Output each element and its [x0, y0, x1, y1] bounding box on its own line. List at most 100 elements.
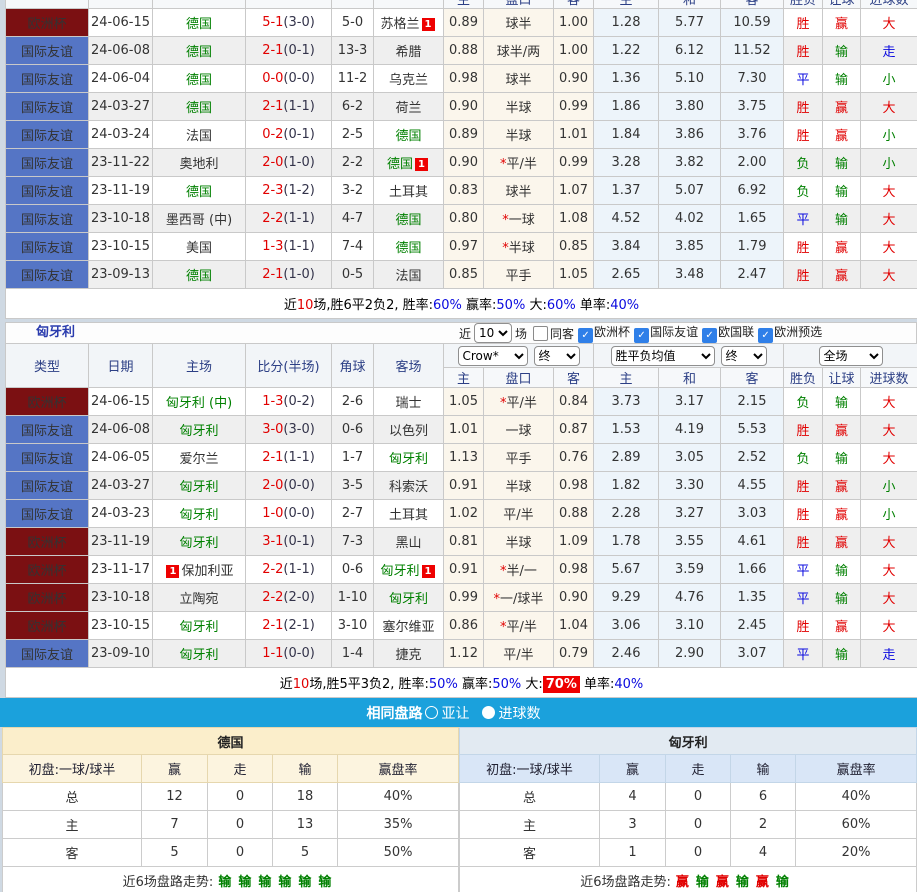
- wdl-result: 胜: [784, 121, 823, 149]
- avg-away-odds: 1.65: [721, 205, 784, 233]
- germany-history-table: 主 盘口 客 主 和 客 胜负 让球 进球数 欧洲杯24-06-15德国5-1(…: [5, 0, 917, 319]
- halftime-score: (2-1): [283, 618, 314, 633]
- handicap-result: 赢: [823, 612, 861, 640]
- avg-home-odds: 2.89: [594, 444, 659, 472]
- venue-cell: 客: [3, 839, 142, 867]
- date-cell: 23-11-19: [89, 177, 153, 205]
- crown-home-odds: 1.12: [444, 640, 484, 668]
- halftime-score: (1-1): [283, 211, 314, 226]
- crown-home-odds: 0.97: [444, 233, 484, 261]
- home-team-cell: 德国: [153, 9, 246, 37]
- win-rate: 60%: [796, 811, 917, 839]
- away-team-cell: 科索沃: [374, 472, 444, 500]
- competition-checkbox[interactable]: ✓: [578, 328, 593, 343]
- win-rate: 35%: [338, 811, 459, 839]
- competition-checkbox[interactable]: ✓: [758, 328, 773, 343]
- date-cell: 24-03-27: [89, 93, 153, 121]
- avg-away-odds: 2.00: [721, 149, 784, 177]
- same-away-checkbox[interactable]: [533, 326, 548, 341]
- scope-select[interactable]: 全场: [819, 346, 883, 366]
- home-team-cell: 奥地利: [153, 149, 246, 177]
- score-cell: 1-1(0-0): [246, 640, 332, 668]
- crown-home-odds: 0.81: [444, 528, 484, 556]
- competition-checkbox[interactable]: ✓: [702, 328, 717, 343]
- odds-time-select[interactable]: 终: [534, 346, 580, 366]
- win-count: 4: [600, 783, 666, 811]
- score-cell: 2-1(2-1): [246, 612, 332, 640]
- corner-cell: 6-2: [332, 93, 374, 121]
- avg-draw-odds: 3.48: [659, 261, 721, 289]
- hungary-trend: 近6场盘路走势:赢输赢输赢输: [460, 867, 917, 892]
- avg-draw-odds: 3.30: [659, 472, 721, 500]
- wdl-result: 平: [784, 556, 823, 584]
- away-team-cell: 匈牙利: [374, 584, 444, 612]
- asian-handicap-label: 亚让: [442, 703, 470, 723]
- avg-home-odds: 1.78: [594, 528, 659, 556]
- corner-cell: 0-6: [332, 416, 374, 444]
- summary-segment: 50%: [492, 677, 521, 692]
- crown-home-odds: 1.02: [444, 500, 484, 528]
- asian-handicap-radio[interactable]: [425, 706, 438, 719]
- trend-item: 输: [278, 875, 292, 890]
- competition-cell: 国际友谊: [6, 233, 89, 261]
- same-handicap-band: 相同盘路 亚让 进球数: [0, 698, 917, 727]
- col-avg-away: 客: [721, 368, 784, 388]
- compare-row: 客10420%: [460, 839, 917, 867]
- team-name: 德国: [395, 241, 421, 256]
- trend-sequence: 赢输赢输赢输: [676, 875, 796, 890]
- team-name: 爱尔兰: [179, 452, 218, 467]
- date-cell: 23-11-17: [89, 556, 153, 584]
- score-cell: 1-0(0-0): [246, 500, 332, 528]
- avg-away-odds: 2.15: [721, 388, 784, 416]
- team-name: 匈牙利: [389, 452, 428, 467]
- avg-draw-odds: 5.77: [659, 9, 721, 37]
- avg-time-select[interactable]: 终: [721, 346, 767, 366]
- team-name: 匈牙利: [389, 592, 428, 607]
- recent-count-select[interactable]: 10: [474, 323, 512, 343]
- away-team-cell: 荷兰: [374, 93, 444, 121]
- odds-source-select[interactable]: Crow*: [458, 346, 528, 366]
- crown-away-odds: 1.05: [554, 261, 594, 289]
- crown-away-odds: 0.87: [554, 416, 594, 444]
- avg-home-odds: 1.28: [594, 9, 659, 37]
- corner-cell: 2-2: [332, 149, 374, 177]
- home-team-cell: 匈牙利: [153, 612, 246, 640]
- germany-section: 主 盘口 客 主 和 客 胜负 让球 进球数 欧洲杯24-06-15德国5-1(…: [0, 0, 917, 319]
- team-name: 瑞士: [395, 396, 421, 411]
- col-avg-home: 主: [594, 0, 659, 9]
- date-cell: 23-10-18: [89, 205, 153, 233]
- corner-cell: 2-7: [332, 500, 374, 528]
- team-name: 德国: [186, 185, 212, 200]
- competition-cell: 国际友谊: [6, 500, 89, 528]
- handicap-cell: 半球: [484, 93, 554, 121]
- score-cell: 2-3(1-2): [246, 177, 332, 205]
- germany-compare-table: 德国 初盘:一球/球半 赢 走 输 赢盘率 总1201840%主701335%客…: [2, 727, 459, 892]
- halftime-score: (0-1): [283, 534, 314, 549]
- wdl-result: 负: [784, 388, 823, 416]
- competition-cell: 国际友谊: [6, 37, 89, 65]
- col-avg-draw: 和: [659, 368, 721, 388]
- date-cell: 24-06-08: [89, 37, 153, 65]
- header-spacer: [332, 0, 374, 9]
- team-name: 捷克: [395, 648, 421, 663]
- avg-home-odds: 1.53: [594, 416, 659, 444]
- crown-home-odds: 0.90: [444, 149, 484, 177]
- hungary-filter-bar: 匈牙利 近 10 场 同客 ✓欧洲杯✓国际友谊✓欧国联✓欧洲预选: [5, 322, 917, 343]
- match-row: 国际友谊24-06-08德国2-1(0-1)13-3希腊0.88球半/两1.00…: [6, 37, 917, 65]
- venue-cell: 主: [3, 811, 142, 839]
- halftime-score: (2-0): [283, 590, 314, 605]
- win-rate: 40%: [796, 783, 917, 811]
- home-team-cell: 匈牙利 (中): [153, 388, 246, 416]
- goals-radio[interactable]: [482, 706, 495, 719]
- avg-type-select[interactable]: 胜平负均值: [611, 346, 715, 366]
- score-cell: 0-2(0-1): [246, 121, 332, 149]
- competition-checkbox[interactable]: ✓: [634, 328, 649, 343]
- away-team-cell: 德国1: [374, 149, 444, 177]
- halftime-score: (1-2): [283, 183, 314, 198]
- handicap-cell: *半/一: [484, 556, 554, 584]
- goals-result: 大: [861, 261, 917, 289]
- win-count: 12: [142, 783, 208, 811]
- date-cell: 23-10-18: [89, 584, 153, 612]
- corner-cell: 4-7: [332, 205, 374, 233]
- win-rate: 50%: [338, 839, 459, 867]
